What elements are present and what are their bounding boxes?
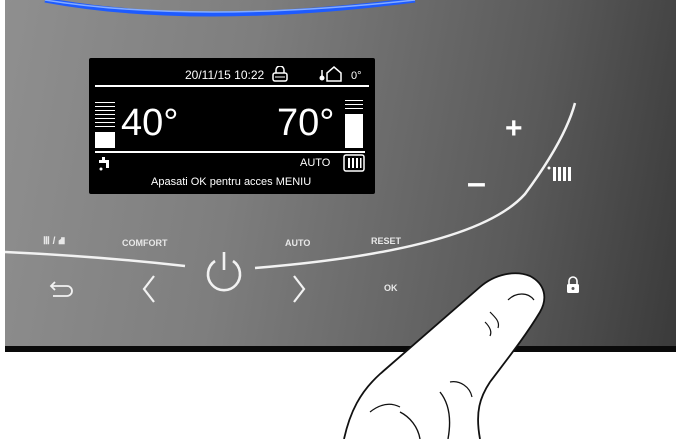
auto-label: AUTO xyxy=(285,238,311,248)
plus-button[interactable]: + xyxy=(505,114,523,144)
back-arrow-icon xyxy=(49,281,73,297)
heating-selector[interactable] xyxy=(545,162,577,186)
pointing-hand-illustration xyxy=(343,272,546,439)
comfort-label: COMFORT xyxy=(122,238,168,248)
chevron-right-icon xyxy=(293,275,306,303)
power-button[interactable] xyxy=(202,248,246,294)
comfort-left-button[interactable] xyxy=(137,272,161,306)
back-button[interactable] xyxy=(45,276,75,300)
minus-button[interactable]: – xyxy=(467,166,486,200)
chevron-left-icon xyxy=(142,275,155,303)
radiator-icon xyxy=(547,166,571,181)
reset-label: RESET xyxy=(371,236,402,246)
power-icon xyxy=(206,252,242,292)
auto-right-button[interactable] xyxy=(287,272,311,306)
mode-switch-label: Ⅲ / ⛘ xyxy=(43,236,66,247)
keypad-lock-button[interactable] xyxy=(565,276,581,294)
lock-icon xyxy=(567,276,579,293)
